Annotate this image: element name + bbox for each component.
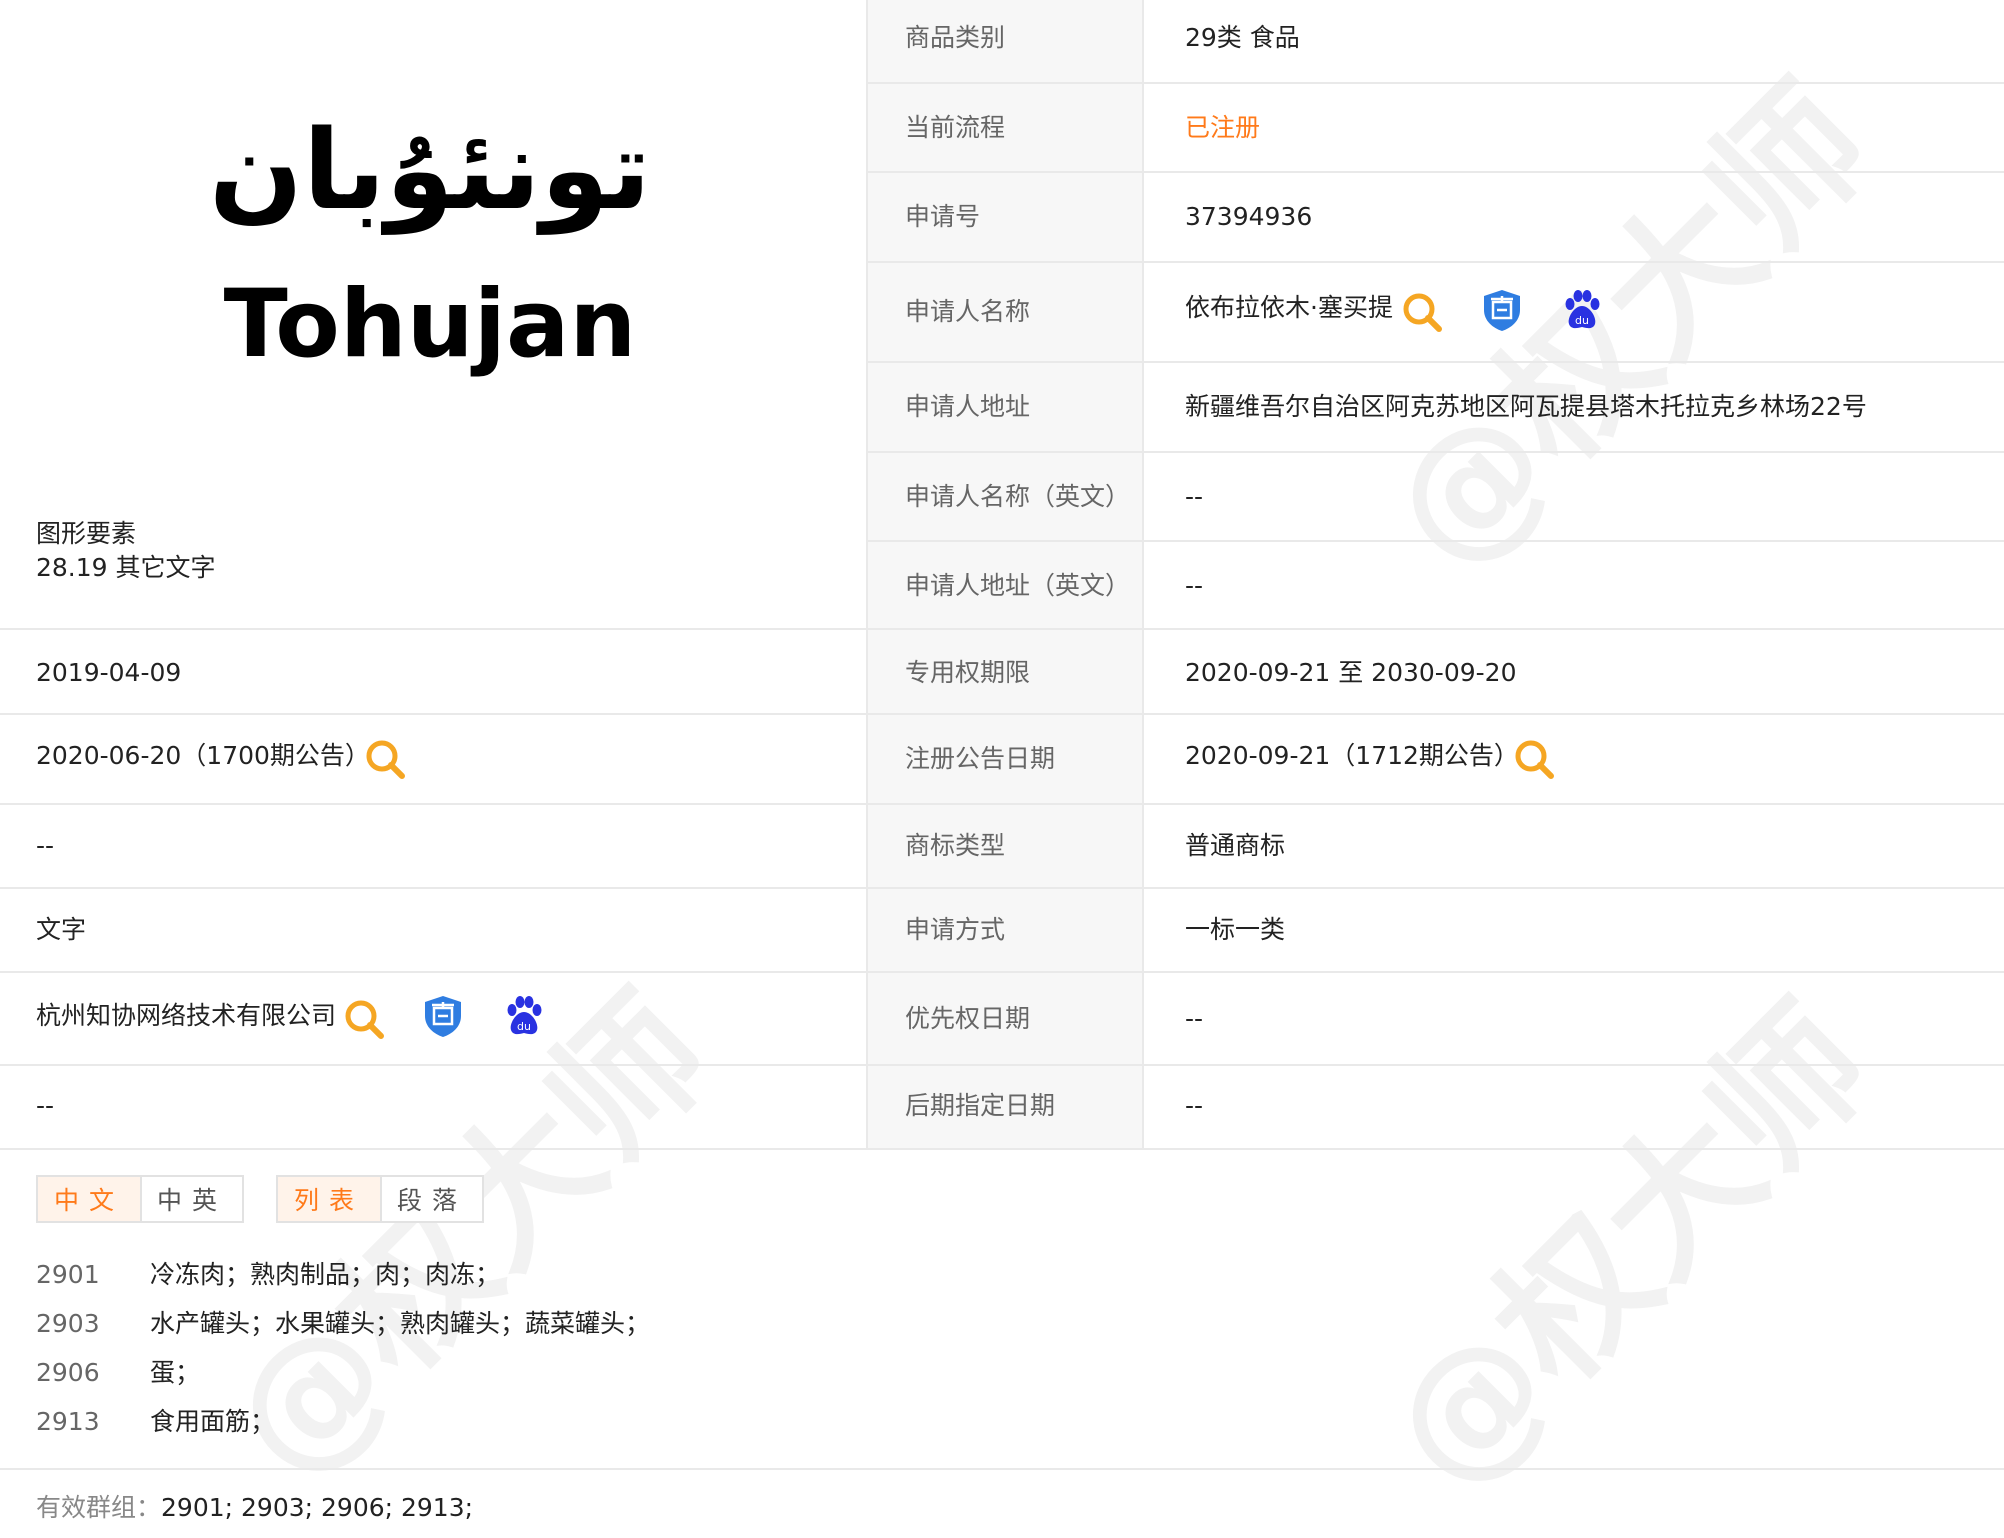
later-designation-value: -- [1185, 1091, 1204, 1120]
divider [0, 1064, 2004, 1066]
remark-value: -- [36, 1091, 55, 1120]
address-value: 新疆维吾尔自治区阿克苏地区阿瓦提县塔木托拉克乡林场22号 [1185, 392, 1867, 421]
search-icon[interactable] [342, 997, 386, 1041]
divider [0, 1468, 2004, 1470]
process-label: 当前流程 [905, 113, 1006, 142]
international-date-value: -- [36, 831, 55, 860]
svg-text:du: du [1575, 314, 1589, 327]
goods-code: 2913 [36, 1407, 100, 1436]
goods-code: 2901 [36, 1260, 100, 1289]
view-toggle-paragraph[interactable]: 段落 [380, 1175, 484, 1223]
divider [868, 451, 2004, 453]
application-method-label: 申请方式 [905, 915, 1006, 944]
goods-code: 2903 [36, 1309, 100, 1338]
view-toggle-list[interactable]: 列表 [276, 1175, 382, 1223]
divider [0, 887, 2004, 889]
priority-date-label: 优先权日期 [905, 1004, 1031, 1033]
trademark-logo: تونئۇبان Tohujan [170, 95, 690, 395]
later-designation-label: 后期指定日期 [905, 1091, 1056, 1120]
divider [868, 261, 2004, 263]
divider [0, 803, 2004, 805]
goods-text: 冷冻肉；熟肉制品；肉；肉冻； [150, 1260, 501, 1289]
priority-date-value: -- [1185, 1004, 1204, 1033]
mark-type-label: 商标类型 [905, 831, 1006, 860]
category-label: 商品类别 [905, 23, 1006, 52]
application-number-value: 37394936 [1185, 202, 1313, 231]
goods-text: 食用面筋； [150, 1407, 276, 1436]
goods-code: 2906 [36, 1358, 100, 1387]
applicant-en-label: 申请人名称（英文） [905, 482, 1131, 511]
valid-groups-label: 有效群组： [36, 1493, 162, 1522]
preliminary-announcement-value: 2020-06-20（1700期公告） [36, 741, 370, 770]
valid-groups-value: 2901; 2903; 2906; 2913; [161, 1493, 474, 1522]
application-method-value: 一标一类 [1185, 915, 1286, 944]
shangbiao-shield-icon[interactable] [421, 994, 465, 1038]
svg-text:du: du [517, 1020, 531, 1033]
category-value: 29类 食品 [1185, 23, 1300, 52]
divider [0, 971, 2004, 973]
divider [0, 1148, 2004, 1150]
application-date-value: 2019-04-09 [36, 658, 182, 687]
watermark: @权大师 [1355, 974, 1904, 1522]
lang-toggle-chinese[interactable]: 中文 [36, 1175, 142, 1223]
agency-value[interactable]: 杭州知协网络技术有限公司 [36, 1000, 336, 1032]
goods-text: 水产罐头；水果罐头；熟肉罐头；蔬菜罐头； [150, 1309, 651, 1338]
applicant-en-value: -- [1185, 482, 1204, 511]
figure-elements-label: 图形要素 [36, 519, 137, 548]
logo-latin-text: Tohujan [223, 270, 637, 379]
logo-arabic-text: تونئۇبان [209, 106, 651, 234]
search-icon[interactable] [363, 737, 407, 781]
mark-type-value: 普通商标 [1185, 831, 1286, 860]
applicant-value[interactable]: 依布拉依木·塞买提 [1185, 292, 1393, 324]
figure-elements-value: 28.19 其它文字 [36, 553, 216, 582]
divider [868, 540, 2004, 542]
divider [868, 361, 2004, 363]
divider [868, 82, 2004, 84]
valid-groups: 有效群组：2901; 2903; 2906; 2913; [36, 1492, 473, 1524]
reg-announcement-label: 注册公告日期 [905, 744, 1056, 773]
address-en-label: 申请人地址（英文） [905, 571, 1131, 600]
reg-announcement-value: 2020-09-21（1712期公告） [1185, 741, 1519, 770]
search-icon[interactable] [1400, 290, 1444, 334]
divider [0, 713, 2004, 715]
mark-form-value: 文字 [36, 915, 87, 944]
process-status: 已注册 [1185, 113, 1261, 142]
application-number-label: 申请号 [905, 202, 981, 231]
divider [868, 171, 2004, 173]
search-icon[interactable] [1512, 737, 1556, 781]
divider [0, 628, 2004, 630]
term-value: 2020-09-21 至 2030-09-20 [1185, 658, 1517, 687]
term-label: 专用权期限 [905, 658, 1031, 687]
shangbiao-shield-icon[interactable] [1480, 288, 1524, 332]
address-label: 申请人地址 [905, 392, 1031, 421]
goods-text: 蛋； [150, 1358, 201, 1387]
baidu-paw-icon[interactable]: du [502, 994, 546, 1038]
baidu-paw-icon[interactable]: du [1560, 288, 1604, 332]
applicant-label: 申请人名称 [905, 297, 1031, 326]
lang-toggle-chinese-english[interactable]: 中英 [140, 1175, 244, 1223]
address-en-value: -- [1185, 571, 1204, 600]
